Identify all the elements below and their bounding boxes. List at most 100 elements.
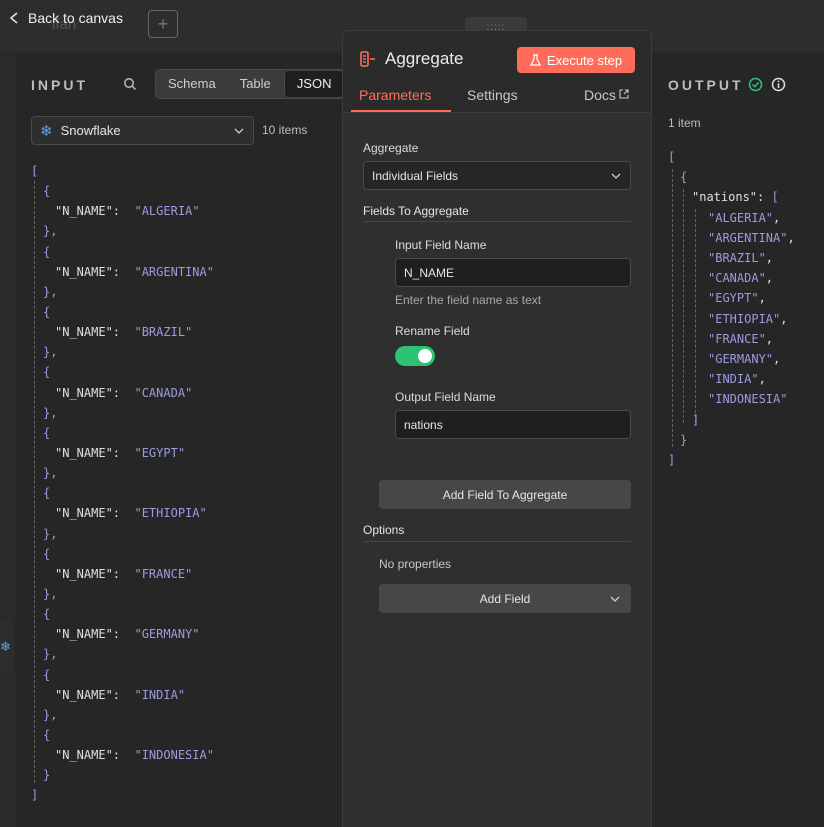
json-value: "INDIA" [708, 372, 759, 387]
json-line: "N_NAME": "ARGENTINA" [31, 262, 331, 282]
json-bracket: ] [692, 412, 700, 427]
json-value: "EGYPT" [708, 291, 759, 306]
json-brace: }, [43, 707, 58, 722]
json-line: ] [668, 409, 824, 429]
output-items-count: 1 item [668, 116, 701, 130]
json-brace: { [43, 244, 51, 259]
json-value: "BRAZIL" [708, 251, 766, 266]
json-line: "ALGERIA", [668, 208, 824, 228]
snowflake-icon: ❄ [40, 122, 53, 140]
json-line: "FRANCE", [668, 329, 824, 349]
json-line: { [31, 604, 331, 624]
json-brace: { [680, 170, 688, 185]
tab-settings[interactable]: Settings [467, 87, 518, 103]
json-key: "N_NAME" [55, 506, 113, 521]
view-mode-toggle: Schema Table JSON [155, 69, 346, 99]
json-bracket: [ [668, 150, 676, 165]
aggregate-select[interactable]: Individual Fields [363, 161, 631, 190]
json-line: { [31, 483, 331, 503]
snowflake-edge-tab[interactable]: ❄ [0, 622, 14, 672]
execute-step-button[interactable]: Execute step [517, 47, 635, 73]
json-line: }, [31, 282, 331, 302]
view-json-tab[interactable]: JSON [283, 71, 344, 97]
input-field-name-input[interactable]: N_NAME [395, 258, 631, 287]
json-comma: , [758, 372, 766, 387]
output-field-name-input[interactable]: nations [395, 410, 631, 439]
json-line: ] [31, 785, 331, 805]
json-line: { [31, 544, 331, 564]
chevron-down-icon [234, 128, 244, 134]
json-key: "N_NAME" [55, 566, 113, 581]
output-panel-title: OUTPUT [668, 77, 744, 93]
json-line: }, [31, 524, 331, 544]
node-title: Aggregate [385, 49, 464, 68]
json-line: "N_NAME": "GERMANY" [31, 624, 331, 644]
search-icon[interactable] [123, 77, 137, 91]
json-value: "ARGENTINA" [134, 264, 214, 279]
json-comma: , [765, 331, 774, 346]
json-brace: }, [43, 526, 58, 541]
json-colon: : [112, 627, 135, 642]
json-colon: : [112, 446, 135, 461]
back-to-canvas-link[interactable]: Back to canvas [8, 10, 123, 26]
section-divider [363, 541, 631, 542]
input-node-select[interactable]: ❄ Snowflake [31, 116, 254, 145]
json-bracket: ] [31, 788, 39, 803]
json-line: ] [668, 450, 824, 470]
json-comma: , [765, 251, 774, 266]
json-line: [ [668, 147, 824, 167]
aggregate-icon [360, 51, 375, 67]
json-brace: { [43, 607, 51, 622]
json-line: { [31, 302, 331, 322]
node-header: Aggregate Execute step Parameters Settin… [343, 31, 651, 113]
json-key: "N_NAME" [55, 627, 113, 642]
json-brace: { [43, 486, 51, 501]
json-line: } [668, 430, 824, 450]
add-field-button[interactable]: Add Field [379, 584, 631, 613]
rename-field-toggle[interactable] [395, 346, 435, 366]
json-value: "BRAZIL" [134, 325, 193, 340]
add-field-label: Add Field [479, 591, 531, 606]
input-field-name-label: Input Field Name [395, 238, 487, 252]
section-divider [363, 221, 631, 222]
view-table-tab[interactable]: Table [228, 70, 283, 98]
json-line: "N_NAME": "EGYPT" [31, 443, 331, 463]
json-line: }, [31, 705, 331, 725]
canvas-add-button[interactable]: + [148, 10, 178, 38]
json-line: }, [31, 463, 331, 483]
json-brace: { [43, 667, 51, 682]
json-key: "N_NAME" [55, 446, 113, 461]
json-value: "GERMANY" [134, 627, 200, 642]
tab-parameters[interactable]: Parameters [359, 87, 431, 103]
json-line: { [31, 181, 331, 201]
info-icon[interactable] [771, 77, 786, 92]
json-line: "GERMANY", [668, 349, 824, 369]
input-field-hint: Enter the field name as text [395, 293, 542, 307]
json-value: "ALGERIA" [708, 210, 774, 225]
json-line: { [668, 167, 824, 187]
json-value: "INDONESIA" [134, 748, 214, 763]
json-brace: }, [43, 405, 58, 420]
json-colon: : [112, 506, 135, 521]
input-items-count: 10 items [262, 123, 308, 137]
json-key: "N_NAME" [55, 325, 113, 340]
json-comma: , [773, 210, 781, 225]
check-circle-icon [748, 77, 763, 92]
json-key: "nations" [692, 190, 758, 205]
json-line: "N_NAME": "BRAZIL" [31, 322, 331, 342]
view-schema-tab[interactable]: Schema [156, 70, 228, 98]
json-brace: { [43, 425, 51, 440]
toggle-knob [418, 349, 432, 363]
json-key: "N_NAME" [55, 204, 113, 219]
tab-docs[interactable]: Docs [584, 87, 629, 103]
back-to-canvas-label: Back to canvas [28, 10, 123, 26]
json-key: "N_NAME" [55, 748, 113, 763]
json-line: }, [31, 644, 331, 664]
fields-to-aggregate-heading: Fields To Aggregate [363, 204, 469, 218]
json-brace: }, [43, 587, 58, 602]
json-line: { [31, 242, 331, 262]
json-colon: : [112, 748, 135, 763]
add-field-to-aggregate-button[interactable]: Add Field To Aggregate [379, 480, 631, 509]
json-line: "N_NAME": "FRANCE" [31, 564, 331, 584]
json-value: "FRANCE" [708, 331, 766, 346]
